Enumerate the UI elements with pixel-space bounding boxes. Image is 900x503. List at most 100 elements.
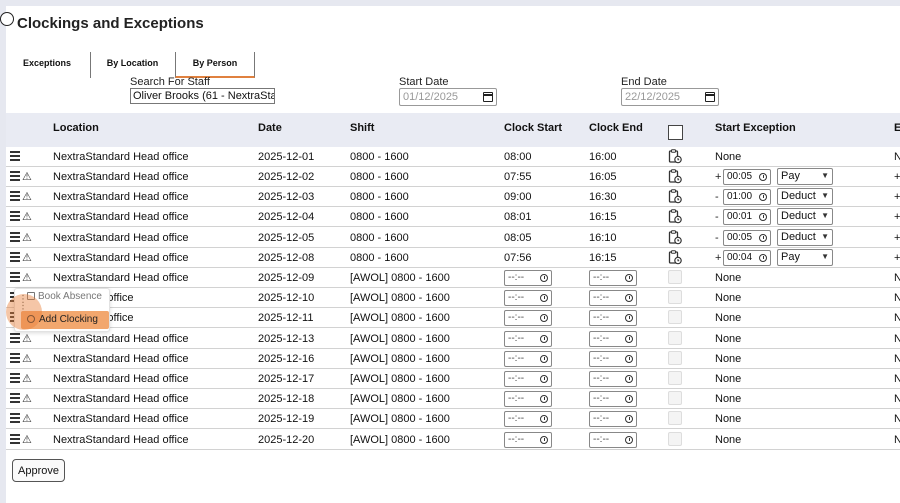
clock-icon[interactable] [625, 314, 633, 322]
clipboard-clock-icon[interactable] [668, 189, 682, 204]
clock-end-input[interactable]: --:-- [589, 371, 637, 387]
clock-icon[interactable] [540, 274, 548, 282]
row-next-column: N [894, 353, 900, 365]
clock-icon[interactable] [625, 395, 633, 403]
calendar-icon[interactable] [705, 92, 715, 102]
hamburger-icon[interactable] [10, 373, 20, 383]
clock-start-input[interactable]: --:-- [504, 331, 552, 347]
clock-end-input[interactable]: --:-- [589, 331, 637, 347]
exception-type-value: Pay [781, 170, 800, 182]
start-date-input[interactable]: 01/12/2025 [399, 88, 497, 106]
clock-icon[interactable] [759, 193, 767, 201]
clipboard-clock-icon[interactable] [668, 149, 682, 164]
exception-type-select[interactable]: Pay ▼ [777, 249, 833, 266]
row-shift: [AWOL] 0800 - 1600 [350, 413, 450, 425]
end-date-input[interactable]: 22/12/2025 [621, 88, 719, 106]
row-next-column: N [894, 292, 900, 304]
row-clock-end: 16:15 [589, 252, 617, 264]
row-shift: 0800 - 1600 [350, 252, 409, 264]
exception-type-select[interactable]: Deduct ▼ [777, 188, 833, 205]
tab-exceptions[interactable]: Exceptions [16, 52, 78, 78]
clock-icon[interactable] [540, 436, 548, 444]
exception-time-input[interactable]: 00:05 [723, 169, 771, 185]
exception-time-input[interactable]: 01:00 [723, 189, 771, 205]
clipboard-clock-icon[interactable] [668, 209, 682, 224]
clock-icon[interactable] [625, 436, 633, 444]
exception-type-select[interactable]: Pay ▼ [777, 168, 833, 185]
hamburger-icon[interactable] [10, 151, 20, 161]
clock-icon[interactable] [759, 213, 767, 221]
exception-none: None [715, 393, 742, 405]
hamburger-icon[interactable] [10, 333, 20, 343]
clock-icon[interactable] [625, 274, 633, 282]
clock-end-input[interactable]: --:-- [589, 411, 637, 427]
clock-start-input[interactable]: --:-- [504, 432, 552, 448]
hamburger-icon[interactable] [10, 171, 20, 181]
clipboard-clock-icon[interactable] [668, 230, 682, 245]
row-next-column: N [894, 333, 900, 345]
tab-by-location[interactable]: By Location [90, 52, 174, 78]
clock-end-input[interactable]: --:-- [589, 310, 637, 326]
hamburger-icon[interactable] [10, 232, 20, 242]
clock-icon[interactable] [540, 355, 548, 363]
clock-end-input[interactable]: --:-- [589, 351, 637, 367]
row-shift: [AWOL] 0800 - 1600 [350, 312, 450, 324]
clock-icon[interactable] [759, 234, 767, 242]
clock-icon[interactable] [625, 335, 633, 343]
clock-icon[interactable] [625, 294, 633, 302]
hamburger-icon[interactable] [10, 353, 20, 363]
row-shift: [AWOL] 0800 - 1600 [350, 353, 450, 365]
row-location: NextraStandard Head office [53, 272, 189, 284]
clock-end-input[interactable]: --:-- [589, 432, 637, 448]
hamburger-icon[interactable] [10, 434, 20, 444]
header-location: Location [53, 122, 99, 134]
clock-end-input[interactable]: --:-- [589, 290, 637, 306]
hamburger-icon[interactable] [10, 191, 20, 201]
clock-start-input[interactable]: --:-- [504, 270, 552, 286]
row-next-column: N [894, 413, 900, 425]
select-all-checkbox[interactable] [668, 125, 683, 140]
clipboard-clock-icon[interactable] [668, 250, 682, 265]
clock-start-input[interactable]: --:-- [504, 351, 552, 367]
clock-icon[interactable] [759, 254, 767, 262]
calendar-icon[interactable] [483, 92, 493, 102]
exception-type-select[interactable]: Deduct ▼ [777, 208, 833, 225]
hamburger-icon[interactable] [10, 252, 20, 262]
clock-icon[interactable] [625, 375, 633, 383]
book-absence-menu-item[interactable]: Book Absence [27, 291, 102, 302]
clipboard-clock-icon[interactable] [668, 169, 682, 184]
approve-button[interactable]: Approve [12, 459, 65, 482]
exception-time-input[interactable]: 00:04 [723, 250, 771, 266]
exception-time-input[interactable]: 00:01 [723, 209, 771, 225]
clock-icon[interactable] [540, 294, 548, 302]
clock-icon[interactable] [540, 314, 548, 322]
clock-icon[interactable] [759, 173, 767, 181]
clock-icon[interactable] [625, 415, 633, 423]
row-next-column: N [894, 434, 900, 446]
clock-icon[interactable] [625, 355, 633, 363]
header-clock-end: Clock End [589, 122, 643, 134]
clock-start-input[interactable]: --:-- [504, 371, 552, 387]
hamburger-icon[interactable] [10, 393, 20, 403]
exception-none: None [715, 312, 742, 324]
clock-icon[interactable] [540, 375, 548, 383]
exception-time-input[interactable]: 00:05 [723, 230, 771, 246]
clock-start-input[interactable]: --:-- [504, 310, 552, 326]
clock-end-input[interactable]: --:-- [589, 270, 637, 286]
exception-type-select[interactable]: Deduct ▼ [777, 229, 833, 246]
hamburger-icon[interactable] [10, 272, 20, 282]
row-next-column: + [894, 232, 900, 244]
clock-icon[interactable] [540, 415, 548, 423]
warning-triangle-icon: ⚠ [22, 232, 32, 244]
clock-icon[interactable] [540, 395, 548, 403]
tab-by-person[interactable]: By Person [175, 52, 255, 78]
clock-start-input[interactable]: --:-- [504, 290, 552, 306]
staff-search-input[interactable]: Oliver Brooks (61 - NextraSta [130, 88, 275, 104]
hamburger-icon[interactable] [10, 211, 20, 221]
clock-start-input[interactable]: --:-- [504, 391, 552, 407]
clock-icon[interactable] [540, 335, 548, 343]
add-clocking-menu-item[interactable]: Add Clocking [21, 311, 109, 329]
hamburger-icon[interactable] [10, 413, 20, 423]
clock-start-input[interactable]: --:-- [504, 411, 552, 427]
clock-end-input[interactable]: --:-- [589, 391, 637, 407]
